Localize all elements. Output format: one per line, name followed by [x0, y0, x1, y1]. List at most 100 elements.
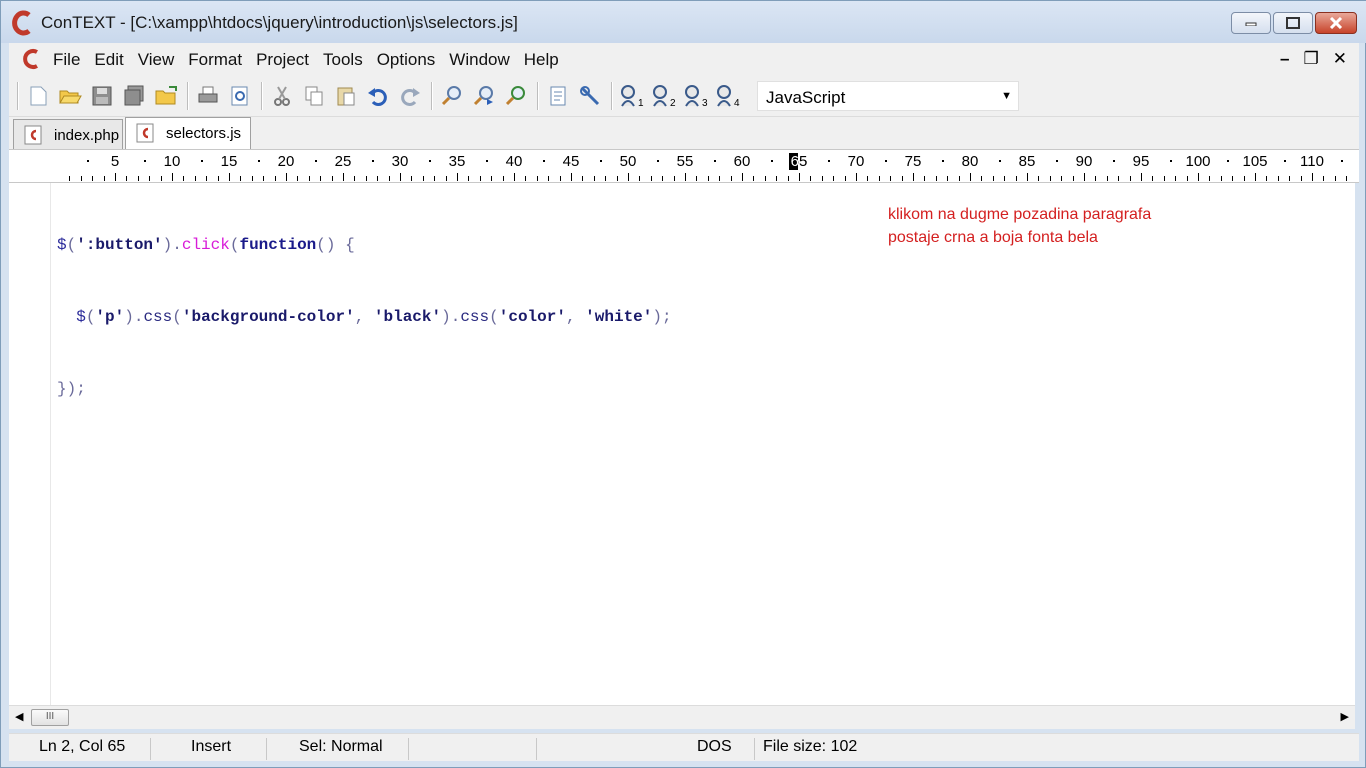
ruler-label: 110: [1300, 153, 1324, 170]
copy-icon[interactable]: [301, 83, 327, 109]
undo-icon[interactable]: [365, 83, 391, 109]
new-file-icon[interactable]: [25, 83, 51, 109]
save-icon[interactable]: [89, 83, 115, 109]
ruler-tick: [468, 176, 470, 181]
open-file-icon[interactable]: [57, 83, 83, 109]
ruler-tick: [878, 176, 880, 181]
toolbar-grip: [17, 82, 19, 110]
ruler-tick: [730, 176, 732, 181]
ruler-tick: [1346, 176, 1348, 181]
language-select[interactable]: JavaScript ▼: [757, 81, 1019, 111]
ruler-dot: [542, 160, 545, 162]
ruler-tick: [1289, 176, 1291, 181]
macro-3-icon[interactable]: 3: [683, 83, 709, 109]
svg-text:4: 4: [734, 98, 740, 108]
mdi-close-button[interactable]: ✕: [1333, 49, 1347, 69]
menu-help[interactable]: Help: [524, 50, 559, 70]
menu-project[interactable]: Project: [256, 50, 309, 70]
save-all-icon[interactable]: [121, 83, 147, 109]
svg-text:1: 1: [638, 98, 644, 108]
status-insert-mode: Insert: [183, 738, 267, 760]
code-editor[interactable]: $(':button').click(function() { $('p').c…: [9, 183, 1355, 705]
cut-icon[interactable]: [269, 83, 295, 109]
redo-icon[interactable]: [397, 83, 423, 109]
menu-format[interactable]: Format: [188, 50, 242, 70]
ruler-tick: [1198, 173, 1199, 181]
macro-1-icon[interactable]: 1: [619, 83, 645, 109]
close-button[interactable]: [1315, 12, 1357, 34]
ruler-tick: [126, 176, 128, 181]
status-line-ending: DOS: [689, 738, 755, 760]
settings-icon[interactable]: [577, 83, 603, 109]
menu-window[interactable]: Window: [449, 50, 509, 70]
ruler-tick: [890, 176, 892, 181]
ruler-tick: [639, 176, 641, 181]
ruler-tick: [1255, 173, 1256, 181]
ruler-dot: [200, 160, 203, 162]
find-icon[interactable]: [439, 83, 465, 109]
ruler-tick: [320, 176, 322, 181]
ruler-label: 65: [790, 153, 808, 170]
menu-file[interactable]: File: [53, 50, 80, 70]
ruler-tick: [343, 173, 344, 181]
ruler-tick: [1312, 173, 1313, 181]
file-compare-icon[interactable]: [545, 83, 571, 109]
ruler-label: 55: [676, 153, 694, 170]
print-icon[interactable]: [195, 83, 221, 109]
menu-view[interactable]: View: [138, 50, 175, 70]
ruler-dot: [314, 160, 317, 162]
ruler-tick: [1004, 176, 1006, 181]
replace-icon[interactable]: [503, 83, 529, 109]
annotation-line-2: postaje crna a boja fonta bela: [888, 229, 1098, 246]
ruler-tick: [981, 176, 983, 181]
macro-4-icon[interactable]: 4: [715, 83, 741, 109]
ruler-dot: [656, 160, 659, 162]
macro-2-icon[interactable]: 2: [651, 83, 677, 109]
ruler-label: 10: [163, 153, 181, 170]
print-preview-icon[interactable]: [227, 83, 253, 109]
ruler-tick: [764, 176, 766, 181]
maximize-button[interactable]: [1273, 12, 1313, 34]
ruler-tick: [1163, 176, 1165, 181]
menu-edit[interactable]: Edit: [94, 50, 123, 70]
menu-options[interactable]: Options: [377, 50, 436, 70]
ruler-tick: [1334, 176, 1336, 181]
tab-bar: index.php selectors.js: [9, 117, 1359, 149]
minimize-icon: [1245, 22, 1257, 26]
ruler-tick: [514, 173, 515, 181]
tab-index-php[interactable]: index.php: [13, 119, 123, 149]
find-next-icon[interactable]: [471, 83, 497, 109]
ruler-tick: [799, 173, 800, 181]
ruler-tick: [571, 173, 572, 181]
document-logo-icon[interactable]: [21, 48, 41, 70]
svg-text:3: 3: [702, 98, 708, 108]
close-icon: [1329, 17, 1343, 29]
horizontal-scrollbar[interactable]: ◀ III ▶: [9, 705, 1355, 729]
ruler-tick: [559, 176, 561, 181]
ruler-tick: [1175, 176, 1177, 181]
chevron-down-icon[interactable]: ▼: [1001, 90, 1012, 102]
ruler-tick: [137, 176, 139, 181]
ruler-tick: [958, 176, 960, 181]
scroll-right-arrow-icon[interactable]: ▶: [1341, 710, 1349, 723]
ruler-tick: [1323, 176, 1325, 181]
menu-tools[interactable]: Tools: [323, 50, 363, 70]
ruler-tick: [502, 176, 504, 181]
open-folder-icon[interactable]: [153, 83, 179, 109]
ruler-tick: [331, 176, 333, 181]
scroll-left-arrow-icon[interactable]: ◀: [15, 710, 23, 723]
ruler-tick: [1141, 173, 1142, 181]
tab-selectors-js[interactable]: selectors.js: [125, 117, 251, 149]
ruler-tick: [377, 176, 379, 181]
mdi-restore-button[interactable]: ❐: [1304, 49, 1319, 69]
code-area[interactable]: $(':button').click(function() { $('p').c…: [57, 185, 672, 449]
title-bar: ConTEXT - [C:\xampp\htdocs\jquery\introd…: [1, 1, 1366, 43]
ruler-tick: [297, 176, 299, 181]
ruler-tick: [1129, 176, 1131, 181]
scrollbar-thumb[interactable]: III: [31, 709, 69, 726]
ruler-tick: [1049, 176, 1051, 181]
minimize-button[interactable]: [1231, 12, 1271, 34]
mdi-minimize-button[interactable]: –: [1280, 49, 1289, 69]
paste-icon[interactable]: [333, 83, 359, 109]
ruler-label: 30: [391, 153, 409, 170]
